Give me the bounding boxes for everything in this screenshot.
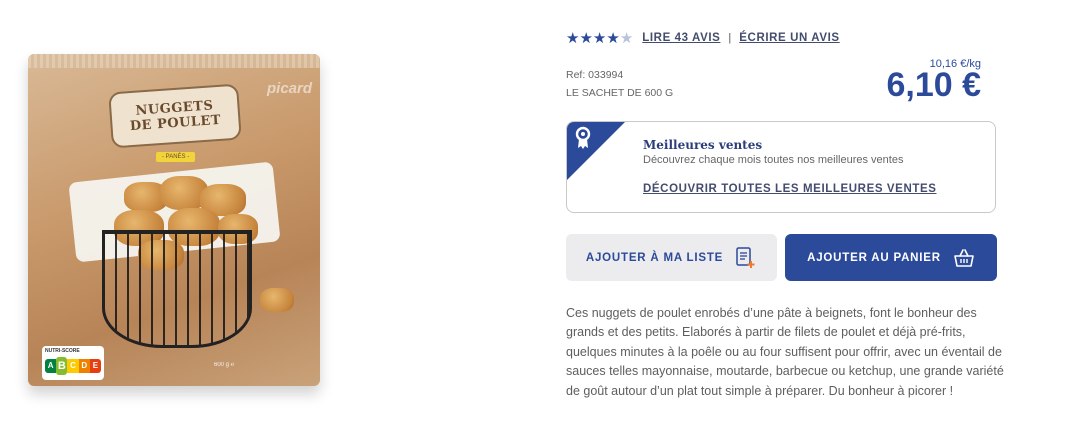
- best-sellers-box: Meilleures ventes Découvrez chaque mois …: [566, 121, 996, 213]
- brand-logo: picard: [266, 80, 312, 97]
- best-sellers-description: Découvrez chaque mois toutes nos meilleu…: [643, 154, 904, 166]
- basket-graphic: [102, 230, 252, 348]
- nutri-score-title: NUTRI-SCORE: [45, 348, 80, 354]
- product-ref: Ref: 033994: [566, 69, 624, 81]
- write-review-link[interactable]: ÉCRIRE UN AVIS: [739, 32, 839, 44]
- product-tag: - PANÉS -: [156, 152, 196, 162]
- nutri-score-a: A: [45, 359, 57, 373]
- nutri-score: NUTRI-SCORE A B C D E: [42, 346, 104, 380]
- add-to-list-button[interactable]: AJOUTER À MA LISTE: [566, 234, 777, 281]
- star-icon: ★: [606, 30, 620, 47]
- package-weight: 600 g ℮: [214, 362, 235, 368]
- star-empty-icon: ★: [619, 30, 634, 47]
- product-package: picard NUGGETS DE POULET - PANÉS - NUTRI…: [28, 54, 320, 386]
- award-ribbon-icon: [575, 126, 591, 149]
- basket-icon: [954, 248, 974, 267]
- nutri-score-scale: A B C D E: [45, 357, 102, 375]
- product-label-badge: NUGGETS DE POULET: [108, 83, 242, 149]
- nutri-score-b: B: [56, 357, 68, 375]
- read-reviews-link[interactable]: LIRE 43 AVIS: [642, 32, 720, 44]
- rating-separator: |: [728, 32, 732, 44]
- product-image: picard NUGGETS DE POULET - PANÉS - NUTRI…: [24, 50, 324, 395]
- shopping-list-icon: [736, 246, 755, 268]
- best-sellers-title: Meilleures ventes: [643, 138, 763, 152]
- star-icon: ★: [592, 30, 607, 47]
- product-packaging: LE SACHET DE 600 G: [566, 87, 674, 99]
- rating-stars: ★★★★★: [566, 29, 633, 47]
- product-description: Ces nuggets de poulet enrobés d’une pâte…: [566, 306, 1004, 398]
- add-to-cart-label: AJOUTER AU PANIER: [807, 251, 941, 264]
- rating-row: ★★★★★ LIRE 43 AVIS | ÉCRIRE UN AVIS: [566, 29, 840, 47]
- add-to-list-label: AJOUTER À MA LISTE: [585, 251, 724, 264]
- star-icon: ★: [579, 30, 593, 47]
- nutri-score-d: D: [78, 359, 90, 373]
- product-price: 6,10 €: [886, 66, 981, 104]
- star-icon: ★: [566, 30, 580, 47]
- package-seal: [28, 54, 320, 68]
- add-to-cart-button[interactable]: AJOUTER AU PANIER: [785, 234, 997, 281]
- nutri-score-c: C: [67, 359, 79, 373]
- best-sellers-link[interactable]: DÉCOUVRIR TOUTES LES MEILLEURES VENTES: [643, 183, 937, 195]
- nutri-score-e: E: [89, 359, 102, 373]
- nugget-graphic: [260, 288, 294, 312]
